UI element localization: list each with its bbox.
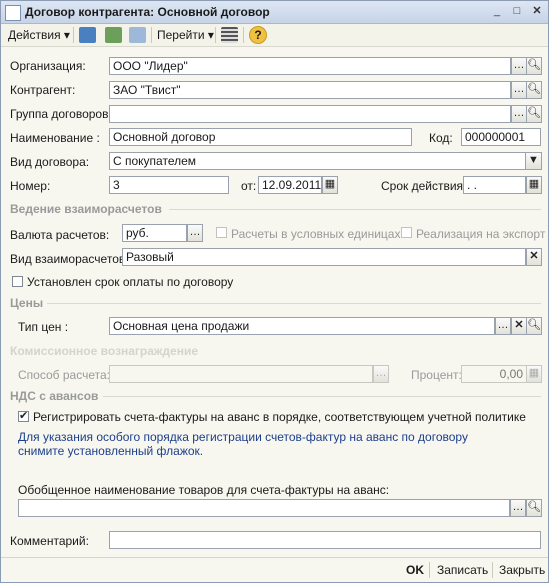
ok-button[interactable]: OK (406, 563, 424, 577)
conv-units-label: Расчеты в условных единицах (231, 227, 401, 241)
percent-field[interactable]: 0,00 (461, 365, 527, 383)
goto-label: Перейти (157, 28, 205, 42)
org-label: Организация: (10, 59, 86, 73)
prices-section-title: Цены (10, 296, 44, 310)
footer-bar: OK Записать Закрыть (1, 557, 548, 583)
contract-type-select[interactable]: С покупателем (109, 152, 527, 170)
name-label: Наименование : (10, 131, 100, 145)
contractor-select-button[interactable]: … (511, 81, 527, 99)
price-type-open-icon[interactable]: 🔍︎ (526, 317, 542, 335)
validity-calendar-icon[interactable]: ▦ (526, 176, 542, 194)
validity-label: Срок действия: (381, 179, 467, 193)
code-field[interactable]: 000000001 (461, 128, 541, 146)
calendar-icon[interactable]: ▦ (322, 176, 338, 194)
generalized-name-label: Обобщенное наименование товаров для счет… (18, 483, 390, 497)
calc-method-select-button[interactable]: … (373, 365, 389, 383)
toolbar-separator (73, 27, 74, 43)
goto-menu[interactable]: Перейти ▾ (157, 27, 214, 43)
code-label: Код: (429, 131, 453, 145)
org-field[interactable]: ООО "Лидер" (109, 57, 511, 75)
close-icon[interactable]: ✕ (529, 4, 545, 19)
register-invoice-label: Регистрировать счета-фактуры на аванс в … (33, 410, 526, 424)
maximize-icon[interactable]: □ (509, 4, 525, 19)
vat-section-title: НДС с авансов (10, 389, 99, 403)
save-button[interactable]: Записать (437, 563, 488, 577)
toolbar-separator (215, 27, 216, 43)
group-field[interactable] (109, 105, 511, 123)
minimize-icon[interactable]: _ (489, 4, 505, 19)
name-field[interactable]: Основной договор (109, 128, 412, 146)
clear-icon[interactable]: ✕ (526, 248, 542, 266)
price-type-select-button[interactable]: … (495, 317, 511, 335)
settlements-section-title: Ведение взаиморасчетов (10, 202, 162, 216)
generalized-name-open-icon[interactable]: 🔍︎ (526, 499, 542, 517)
comment-label: Комментарий: (10, 534, 89, 548)
percent-calculator-icon[interactable]: ▦ (526, 365, 542, 383)
save-and-close-icon[interactable] (79, 27, 96, 43)
price-type-clear-icon[interactable]: ✕ (511, 317, 527, 335)
close-button[interactable]: Закрыть (499, 563, 545, 577)
chevron-down-icon[interactable]: ▼ (525, 152, 542, 170)
calc-method-label: Способ расчета: (18, 368, 110, 382)
settlement-kind-field[interactable]: Разовый (122, 248, 526, 266)
contract-window: Договор контрагента: Основной договор _ … (0, 0, 549, 583)
conv-units-checkbox[interactable] (216, 227, 227, 238)
price-type-label: Тип цен : (18, 320, 69, 334)
currency-label: Валюта расчетов: (10, 228, 110, 242)
group-open-icon[interactable]: 🔍︎ (526, 105, 542, 123)
price-type-field[interactable]: Основная цена продажи (109, 317, 495, 335)
contract-type-label: Вид договора: (10, 155, 90, 169)
percent-label: Процент: (411, 368, 462, 382)
org-select-button[interactable]: … (511, 57, 527, 75)
commission-section-title: Комиссионное вознаграждение (10, 344, 199, 358)
date-field[interactable]: 12.09.2011 (258, 176, 322, 194)
toolbar: Действия ▾ Перейти ▾ ? (1, 24, 548, 47)
org-open-icon[interactable]: 🔍︎ (526, 57, 542, 75)
payment-term-label: Установлен срок оплаты по договору (27, 275, 234, 289)
title-bar: Договор контрагента: Основной договор _ … (1, 1, 548, 24)
actions-label: Действия (8, 28, 61, 42)
window-title: Договор контрагента: Основной договор (25, 5, 270, 19)
register-invoice-checkbox[interactable] (18, 409, 29, 422)
export-label: Реализация на экспорт (416, 227, 546, 241)
toolbar-separator (151, 27, 152, 43)
number-field[interactable]: 3 (109, 176, 229, 194)
comment-field[interactable] (109, 531, 541, 549)
footer-separator (492, 562, 493, 578)
footer-separator (429, 562, 430, 578)
currency-select-button[interactable]: … (187, 224, 203, 242)
vat-info-text: Для указания особого порядка регистрации… (18, 430, 468, 458)
currency-field[interactable]: руб. (122, 224, 187, 242)
contractor-label: Контрагент: (10, 83, 76, 97)
section-divider (103, 396, 541, 397)
copy-icon[interactable] (129, 27, 146, 43)
number-label: Номер: (10, 179, 51, 193)
help-icon[interactable]: ? (249, 26, 267, 44)
refresh-icon[interactable] (105, 27, 122, 43)
group-select-button[interactable]: … (511, 105, 527, 123)
group-label: Группа договоров: (10, 107, 112, 121)
section-divider (169, 209, 541, 210)
actions-menu[interactable]: Действия ▾ (8, 27, 70, 43)
validity-field[interactable]: . . (463, 176, 526, 194)
date-from-label: от: (241, 179, 257, 193)
help-glyph: ? (254, 28, 262, 42)
contractor-field[interactable]: ЗАО "Твист" (109, 81, 511, 99)
export-checkbox[interactable] (401, 227, 412, 238)
list-icon[interactable] (221, 27, 238, 43)
generalized-name-field[interactable] (18, 499, 510, 517)
section-divider (47, 303, 541, 304)
calc-method-field[interactable] (109, 365, 373, 383)
payment-term-checkbox[interactable] (12, 276, 23, 287)
toolbar-separator (243, 27, 244, 43)
document-icon (5, 5, 21, 21)
contractor-open-icon[interactable]: 🔍︎ (526, 81, 542, 99)
settlement-kind-label: Вид взаиморасчетов: (10, 252, 129, 266)
generalized-name-select-button[interactable]: … (510, 499, 526, 517)
